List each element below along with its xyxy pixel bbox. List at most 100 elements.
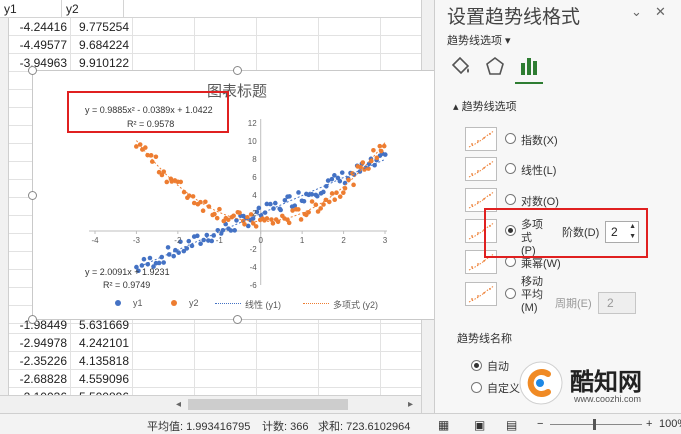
row-header[interactable] [0,144,9,162]
row-header[interactable] [0,234,9,252]
y-tick-label: 6 [252,173,257,182]
legend-linear-marker [215,303,241,304]
effects-pentagon-icon[interactable] [483,55,507,77]
cell-empty[interactable] [319,36,381,54]
row-header[interactable] [0,198,9,216]
normal-view-icon[interactable]: ▦ [438,418,449,432]
row-header[interactable] [0,18,9,36]
resize-handle-sw[interactable] [28,315,37,324]
trend-option-radio[interactable] [505,194,516,205]
trendline-options-bar-icon[interactable] [517,55,541,77]
pane-options-chevron-icon[interactable]: ⌄ [631,4,642,20]
cell-empty[interactable] [133,36,195,54]
scatter-point-y1 [147,255,153,261]
chart-legend[interactable]: y1 y2 线性 (y1) 多项式 (y2) [115,298,415,312]
cell-empty[interactable] [319,18,381,36]
header-y1[interactable]: y1 [0,0,62,18]
horizontal-scroll-thumb[interactable] [188,399,348,410]
trend-option-radio[interactable] [505,133,516,144]
zoom-out-icon[interactable]: − [537,418,543,430]
zoom-slider[interactable] [550,424,642,425]
row-header[interactable] [0,216,9,234]
row-header[interactable] [0,288,9,306]
trend-option-radio[interactable] [505,288,516,299]
row-header[interactable] [0,90,9,108]
trendline-options-dropdown[interactable]: 趋势线选项 ▾ [447,32,511,48]
row-header[interactable] [0,334,9,352]
row-header[interactable] [0,352,9,370]
cell-empty[interactable] [319,334,381,352]
row-header[interactable] [0,126,9,144]
cell-empty[interactable] [257,370,319,388]
cell-y1[interactable]: -4.49577 [9,36,71,54]
cell-y1[interactable]: -4.24416 [9,18,71,36]
linear-r-squared[interactable]: R² = 0.9749 [103,280,150,290]
pane-close-icon[interactable]: ✕ [655,4,666,20]
resize-handle-n[interactable] [233,66,242,75]
row-header[interactable] [0,108,9,126]
cell-empty[interactable] [133,334,195,352]
scroll-left-icon[interactable]: ◂ [176,399,181,410]
row-header[interactable] [0,162,9,180]
x-tick-label: -4 [91,236,99,245]
cell-empty[interactable] [257,334,319,352]
cell-empty[interactable] [257,18,319,36]
name-custom-radio[interactable] [471,382,482,393]
cell-empty[interactable] [195,36,257,54]
scatter-point-y2 [286,220,292,226]
cell-y2[interactable]: 4.135818 [71,352,133,370]
scatter-point-y1 [171,253,176,259]
zoom-level[interactable]: 100% [659,418,681,430]
cell-empty[interactable] [133,18,195,36]
resize-handle-nw[interactable] [28,66,37,75]
legend-poly-marker [303,303,329,304]
y-tick-label: 8 [252,155,257,164]
cell-empty[interactable] [133,352,195,370]
scatter-point-y1 [262,210,268,215]
cell-empty[interactable] [195,334,257,352]
sheet-horizontal-scrollbar[interactable]: ◂ ▸ [0,395,421,413]
cell-y1[interactable]: -2.94978 [9,334,71,352]
row-header[interactable] [0,54,9,72]
zoom-slider-thumb[interactable] [593,419,596,430]
row-header[interactable] [0,252,9,270]
cell-empty[interactable] [319,370,381,388]
trend-option-label: 对数(O) [521,196,559,208]
cell-y1[interactable]: -2.68828 [9,370,71,388]
linear-equation[interactable]: y = 2.0091x + 1.9231 [85,267,170,277]
period-value: 2 [607,296,614,310]
row-header[interactable] [0,72,9,90]
cell-empty[interactable] [319,352,381,370]
cell-empty[interactable] [195,370,257,388]
page-break-icon[interactable]: ▤ [506,418,517,432]
header-y2[interactable]: y2 [62,0,124,18]
row-header[interactable] [0,316,9,334]
name-auto-radio[interactable] [471,360,482,371]
scatter-point-y2 [264,216,270,221]
resize-handle-w[interactable] [28,191,37,200]
section-trendline-options[interactable]: ▴ 趋势线选项 [453,98,517,114]
fill-line-icon[interactable] [449,55,473,77]
page-layout-icon[interactable]: ▣ [474,418,485,432]
resize-handle-s[interactable] [233,315,242,324]
row-header[interactable] [0,270,9,288]
cell-empty[interactable] [195,352,257,370]
highlight-box-polynomial [484,208,648,258]
table-row: -2.68828 4.559096 [0,370,421,388]
cell-empty[interactable] [257,36,319,54]
zoom-in-icon[interactable]: + [646,418,652,430]
cell-empty[interactable] [257,352,319,370]
cell-y1[interactable]: -2.35226 [9,352,71,370]
cell-y2[interactable]: 9.775254 [71,18,133,36]
trend-option-radio[interactable] [505,163,516,174]
cell-y2[interactable]: 9.684224 [71,36,133,54]
scroll-right-icon[interactable]: ▸ [408,399,413,410]
cell-y2[interactable]: 4.242101 [71,334,133,352]
row-header[interactable] [0,36,9,54]
cell-empty[interactable] [133,370,195,388]
cell-empty[interactable] [195,18,257,36]
row-header[interactable] [0,370,9,388]
trend-type-thumbnail-icon [465,282,497,306]
cell-y2[interactable]: 4.559096 [71,370,133,388]
row-header[interactable] [0,180,9,198]
